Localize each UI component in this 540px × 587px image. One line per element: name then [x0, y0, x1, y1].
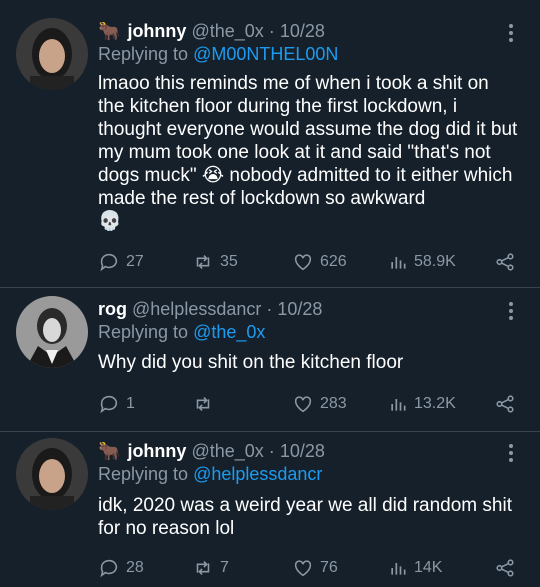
like-icon: [294, 254, 312, 271]
tweet-text: lmaoo this reminds me of when i took a s…: [98, 72, 520, 233]
separator-dot: ·: [268, 21, 275, 41]
like-button[interactable]: 283: [292, 392, 347, 416]
reply-count: 27: [126, 253, 144, 270]
reply-button[interactable]: 28: [98, 556, 144, 580]
views-button[interactable]: 13.2K: [388, 392, 456, 416]
reply-icon: [100, 559, 118, 578]
display-name[interactable]: johnny: [127, 441, 186, 461]
reply-icon: [100, 395, 118, 414]
views-icon: [391, 399, 406, 411]
tweet[interactable]: rog @helplessdancr · 10/28 Replying to @…: [0, 288, 540, 432]
avatar[interactable]: [16, 18, 88, 90]
retweet-count: 35: [220, 253, 238, 270]
share-button[interactable]: [494, 250, 516, 274]
views-icon: [391, 563, 406, 575]
like-icon: [294, 560, 312, 577]
reply-count: 1: [126, 395, 135, 412]
tweet-header: 🐂 johnny @the_0x · 10/28: [98, 440, 500, 462]
reply-button[interactable]: 27: [98, 250, 144, 274]
handle[interactable]: @the_0x: [191, 441, 263, 461]
reply-count: 28: [126, 559, 144, 576]
like-button[interactable]: 76: [292, 556, 338, 580]
ox-emoji: 🐂: [98, 441, 121, 461]
replying-to-label: Replying to: [98, 322, 189, 342]
tweet-header: 🐂 johnny @the_0x · 10/28: [98, 20, 500, 42]
share-icon: [496, 559, 514, 577]
mention-link[interactable]: @helplessdancr: [193, 464, 322, 484]
mention-link[interactable]: @the_0x: [193, 322, 265, 342]
reply-icon: [100, 253, 118, 272]
retweet-icon: [196, 255, 210, 269]
retweet-button[interactable]: [192, 392, 220, 416]
tweet-header: rog @helplessdancr · 10/28: [98, 298, 500, 320]
replying-to: Replying to @M00NTHEL00N: [98, 43, 338, 65]
share-button[interactable]: [494, 392, 516, 416]
share-icon: [496, 395, 514, 413]
replying-to: Replying to @the_0x: [98, 321, 265, 343]
display-name[interactable]: johnny: [127, 21, 186, 41]
retweet-button[interactable]: 35: [192, 250, 238, 274]
like-count: 626: [320, 253, 347, 270]
share-icon: [496, 253, 514, 271]
separator-dot: ·: [266, 299, 273, 319]
view-count: 13.2K: [414, 395, 456, 412]
skull-emoji: 💀: [98, 211, 122, 232]
retweet-button[interactable]: 7: [192, 556, 229, 580]
tweet[interactable]: 🐂 johnny @the_0x · 10/28 Replying to @M0…: [0, 0, 540, 288]
tweet-date[interactable]: 10/28: [280, 441, 325, 461]
more-options-icon[interactable]: [502, 444, 520, 462]
avatar[interactable]: [16, 296, 88, 368]
like-count: 76: [320, 559, 338, 576]
avatar[interactable]: [16, 438, 88, 510]
share-button[interactable]: [494, 556, 516, 580]
reply-button[interactable]: 1: [98, 392, 135, 416]
replying-to-label: Replying to: [98, 44, 189, 64]
ox-emoji: 🐂: [98, 21, 121, 41]
retweet-count: 7: [220, 559, 229, 576]
handle[interactable]: @helplessdancr: [132, 299, 261, 319]
views-button[interactable]: 14K: [388, 556, 442, 580]
display-name[interactable]: rog: [98, 299, 127, 319]
like-count: 283: [320, 395, 347, 412]
handle[interactable]: @the_0x: [191, 21, 263, 41]
view-count: 58.9K: [414, 253, 456, 270]
like-icon: [294, 396, 312, 413]
retweet-icon: [196, 561, 210, 575]
tweet-actions: 28 7 76 14K: [98, 556, 516, 580]
more-options-icon[interactable]: [502, 302, 520, 320]
like-button[interactable]: 626: [292, 250, 347, 274]
replying-to-label: Replying to: [98, 464, 189, 484]
replying-to: Replying to @helplessdancr: [98, 463, 322, 485]
tweet-actions: 1 283 13.2K: [98, 392, 516, 416]
tweet-date[interactable]: 10/28: [277, 299, 322, 319]
tweet-text-content: Why did you shit on the kitchen floor: [98, 352, 404, 373]
more-options-icon[interactable]: [502, 24, 520, 42]
retweet-icon: [196, 397, 210, 411]
tweet-text: Why did you shit on the kitchen floor: [98, 351, 520, 374]
views-icon: [391, 257, 406, 269]
tweet-text-content: lmaoo this reminds me of when i took a s…: [98, 73, 518, 209]
mention-link[interactable]: @M00NTHEL00N: [193, 44, 338, 64]
tweet-date[interactable]: 10/28: [280, 21, 325, 41]
view-count: 14K: [414, 559, 443, 576]
tweet-actions: 27 35 626 58.9K: [98, 250, 516, 274]
tweet-text-content: idk, 2020 was a weird year we all did ra…: [98, 495, 512, 539]
tweet-text: idk, 2020 was a weird year we all did ra…: [98, 494, 520, 540]
tweet[interactable]: 🐂 johnny @the_0x · 10/28 Replying to @he…: [0, 432, 540, 587]
separator-dot: ·: [268, 441, 275, 461]
views-button[interactable]: 58.9K: [388, 250, 456, 274]
